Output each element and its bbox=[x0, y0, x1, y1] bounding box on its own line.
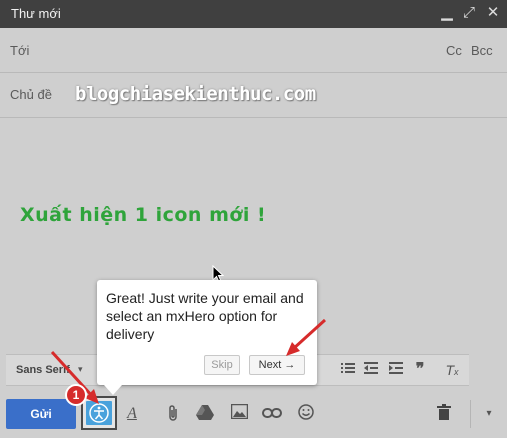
trash-icon[interactable] bbox=[434, 404, 454, 424]
tooltip-tail bbox=[104, 385, 122, 395]
mxhero-icon bbox=[89, 403, 109, 423]
indent-less-icon[interactable] bbox=[362, 361, 380, 379]
drive-icon[interactable] bbox=[195, 404, 215, 424]
numbered-list-icon[interactable] bbox=[339, 361, 357, 379]
mxhero-button[interactable] bbox=[86, 401, 112, 425]
to-field[interactable]: Tới Cc Bcc bbox=[0, 28, 507, 73]
text-format-icon[interactable]: A bbox=[122, 404, 142, 424]
cc-link[interactable]: Cc bbox=[446, 43, 462, 58]
subject-field[interactable]: Chủ đề blogchiasekienthuc.com bbox=[0, 73, 507, 118]
next-button[interactable]: Next → bbox=[249, 355, 305, 375]
send-button[interactable]: Gửi bbox=[6, 399, 76, 429]
subject-label: Chủ đề bbox=[10, 87, 52, 102]
more-options-icon[interactable]: ▾ bbox=[479, 404, 499, 424]
font-dropdown-icon[interactable]: ▾ bbox=[78, 364, 83, 375]
quote-icon[interactable]: ❞ bbox=[411, 361, 429, 379]
body-note-text: Xuất hiện 1 icon mới ! bbox=[20, 204, 267, 226]
tooltip-message: Great! Just write your email and select … bbox=[106, 290, 304, 342]
attach-icon[interactable] bbox=[163, 404, 183, 424]
remove-formatting-icon[interactable]: Tx bbox=[443, 361, 461, 379]
toolbar-divider bbox=[470, 400, 471, 428]
close-icon[interactable]: ✕ bbox=[484, 3, 502, 23]
expand-icon[interactable]: ⤢ bbox=[460, 3, 478, 23]
to-label: Tới bbox=[10, 43, 30, 58]
compose-title-bar: Thư mới ▁ ⤢ ✕ bbox=[0, 0, 507, 28]
indent-more-icon[interactable] bbox=[387, 361, 405, 379]
bcc-link[interactable]: Bcc bbox=[471, 43, 493, 58]
skip-button[interactable]: Skip bbox=[204, 355, 240, 375]
mxhero-tooltip: Great! Just write your email and select … bbox=[97, 280, 317, 395]
mxhero-button-highlight bbox=[81, 396, 117, 430]
minimize-icon[interactable]: ▁ bbox=[438, 3, 456, 23]
compose-window: Thư mới ▁ ⤢ ✕ Tới Cc Bcc Chủ đề blogchia… bbox=[0, 0, 507, 438]
step-badge: 1 bbox=[65, 384, 87, 406]
photo-icon[interactable] bbox=[229, 403, 249, 424]
font-select[interactable]: Sans Serif bbox=[16, 364, 70, 376]
watermark: blogchiasekienthuc.com bbox=[75, 83, 316, 105]
link-icon[interactable] bbox=[262, 404, 282, 424]
emoji-icon[interactable] bbox=[296, 404, 316, 424]
compose-title: Thư mới bbox=[11, 6, 61, 21]
